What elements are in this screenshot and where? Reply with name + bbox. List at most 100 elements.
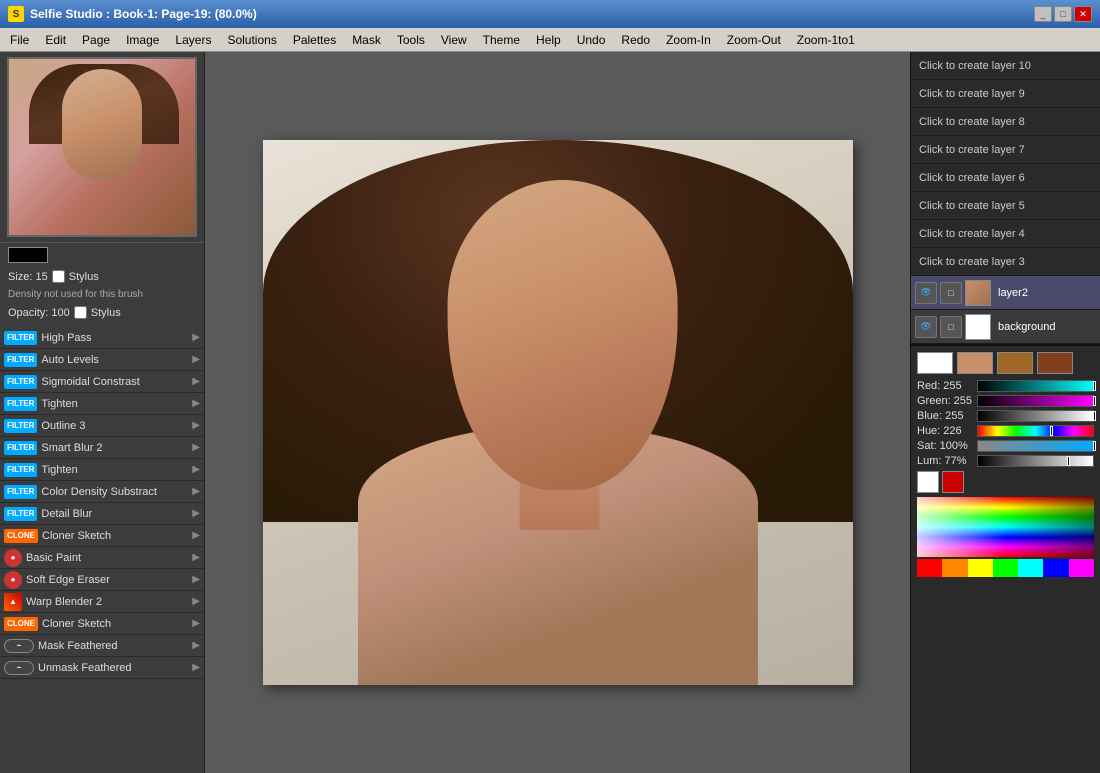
tool-item-6[interactable]: FILTERTighten▶ — [0, 459, 204, 481]
menu-item-theme[interactable]: Theme — [475, 28, 528, 51]
hue-bar[interactable] — [917, 559, 1094, 577]
color-bar-5[interactable] — [977, 455, 1094, 467]
tool-arrow-14: ▶ — [192, 640, 200, 651]
tool-item-13[interactable]: CLONECloner Sketch▶ — [0, 613, 204, 635]
size-stylus-label: Stylus — [69, 271, 99, 283]
hue-magenta[interactable] — [1069, 559, 1094, 577]
menu-item-zoom1to1[interactable]: Zoom-1to1 — [789, 28, 863, 51]
swatch-skin[interactable] — [957, 352, 993, 374]
menu-item-view[interactable]: View — [433, 28, 475, 51]
opacity-label: Opacity: 100 — [8, 307, 70, 319]
color-bar-3[interactable] — [977, 425, 1094, 437]
color-bar-label-3: Hue: 226 — [917, 425, 977, 437]
menu-item-zoomout[interactable]: Zoom-Out — [719, 28, 789, 51]
opacity-stylus-label: Stylus — [91, 307, 121, 319]
menu-item-palettes[interactable]: Palettes — [285, 28, 344, 51]
menu-item-zoomin[interactable]: Zoom-In — [658, 28, 719, 51]
close-button[interactable]: ✕ — [1074, 6, 1092, 22]
color-bar-2[interactable] — [977, 410, 1094, 422]
layer-clickable-4[interactable]: Click to create layer 4 — [911, 220, 1100, 248]
tool-item-11[interactable]: ●Soft Edge Eraser▶ — [0, 569, 204, 591]
layer2-page-icon[interactable]: □ — [940, 282, 962, 304]
color-swatch[interactable] — [8, 247, 48, 263]
layer-clickable-7[interactable]: Click to create layer 7 — [911, 136, 1100, 164]
title-text: Selfie Studio : Book-1: Page-19: (80.0%) — [30, 7, 257, 21]
tool-arrow-9: ▶ — [192, 530, 200, 541]
background-page-icon[interactable]: □ — [940, 316, 962, 338]
swatch-brown[interactable] — [1037, 352, 1073, 374]
tool-label-3: Tighten — [41, 398, 192, 410]
color-bar-0[interactable] — [977, 380, 1094, 392]
layer-clickable-8[interactable]: Click to create layer 8 — [911, 108, 1100, 136]
tool-item-0[interactable]: FILTERHigh Pass▶ — [0, 327, 204, 349]
menu-item-tools[interactable]: Tools — [389, 28, 433, 51]
color-bar-4[interactable] — [977, 440, 1094, 452]
hue-orange[interactable] — [942, 559, 967, 577]
layer-clickable-10[interactable]: Click to create layer 10 — [911, 52, 1100, 80]
color-indicator-5 — [1067, 456, 1070, 466]
menu-item-solutions[interactable]: Solutions — [219, 28, 284, 51]
background-eye-icon[interactable]: 👁 — [915, 316, 937, 338]
menu-item-redo[interactable]: Redo — [613, 28, 658, 51]
hue-yellow[interactable] — [968, 559, 993, 577]
menu-item-file[interactable]: File — [2, 28, 37, 51]
hue-green[interactable] — [993, 559, 1018, 577]
tool-label-10: Basic Paint — [26, 552, 192, 564]
layer-clickable-5[interactable]: Click to create layer 5 — [911, 192, 1100, 220]
menu-item-undo[interactable]: Undo — [569, 28, 614, 51]
tool-item-4[interactable]: FILTEROutline 3▶ — [0, 415, 204, 437]
tool-arrow-4: ▶ — [192, 420, 200, 431]
menu-item-image[interactable]: Image — [118, 28, 167, 51]
small-swatch-red[interactable] — [942, 471, 964, 493]
spectrum-overlay — [917, 497, 1094, 557]
color-bars: Red: 255 Green: 255 Blue: 255 Hue: 226 S… — [917, 380, 1094, 467]
hue-blue[interactable] — [1043, 559, 1068, 577]
hue-red[interactable] — [917, 559, 942, 577]
tool-item-9[interactable]: CLONECloner Sketch▶ — [0, 525, 204, 547]
tool-arrow-10: ▶ — [192, 552, 200, 563]
tool-item-3[interactable]: FILTERTighten▶ — [0, 393, 204, 415]
small-swatch-white[interactable] — [917, 471, 939, 493]
tool-badge-14: ~ — [4, 639, 34, 653]
size-stylus-checkbox[interactable] — [52, 270, 65, 283]
tool-arrow-6: ▶ — [192, 464, 200, 475]
tool-label-0: High Pass — [41, 332, 192, 344]
color-bar-row-0: Red: 255 — [917, 380, 1094, 392]
tool-item-15[interactable]: ~Unmask Feathered▶ — [0, 657, 204, 679]
color-bar-1[interactable] — [977, 395, 1094, 407]
tool-label-6: Tighten — [41, 464, 192, 476]
tool-item-14[interactable]: ~Mask Feathered▶ — [0, 635, 204, 657]
menu-item-layers[interactable]: Layers — [167, 28, 219, 51]
swatch-white[interactable] — [917, 352, 953, 374]
tool-item-2[interactable]: FILTERSigmoidal Constrast▶ — [0, 371, 204, 393]
tool-item-1[interactable]: FILTERAuto Levels▶ — [0, 349, 204, 371]
menu-item-page[interactable]: Page — [74, 28, 118, 51]
tool-badge-11: ● — [4, 571, 22, 589]
layer2-eye-icon[interactable]: 👁 — [915, 282, 937, 304]
menu-item-mask[interactable]: Mask — [344, 28, 389, 51]
menu-item-help[interactable]: Help — [528, 28, 569, 51]
tool-item-10[interactable]: ●Basic Paint▶ — [0, 547, 204, 569]
tool-label-12: Warp Blender 2 — [26, 596, 192, 608]
swatch-tan[interactable] — [997, 352, 1033, 374]
opacity-stylus-checkbox[interactable] — [74, 306, 87, 319]
menu-item-edit[interactable]: Edit — [37, 28, 74, 51]
color-bar-row-1: Green: 255 — [917, 395, 1094, 407]
tool-item-7[interactable]: FILTERColor Density Substract▶ — [0, 481, 204, 503]
layer-clickable-9[interactable]: Click to create layer 9 — [911, 80, 1100, 108]
tool-item-8[interactable]: FILTERDetail Blur▶ — [0, 503, 204, 525]
tool-label-8: Detail Blur — [41, 508, 192, 520]
layer-clickable-3[interactable]: Click to create layer 3 — [911, 248, 1100, 276]
layer-clickable-6[interactable]: Click to create layer 6 — [911, 164, 1100, 192]
color-spectrum[interactable] — [917, 497, 1094, 557]
minimize-button[interactable]: _ — [1034, 6, 1052, 22]
tool-item-12[interactable]: ▲Warp Blender 2▶ — [0, 591, 204, 613]
tool-item-5[interactable]: FILTERSmart Blur 2▶ — [0, 437, 204, 459]
portrait — [263, 140, 853, 685]
color-bar-row-5: Lum: 77% — [917, 455, 1094, 467]
tools-list: FILTERHigh Pass▶FILTERAuto Levels▶FILTER… — [0, 327, 204, 773]
maximize-button[interactable]: □ — [1054, 6, 1072, 22]
hue-cyan[interactable] — [1018, 559, 1043, 577]
background-layer-row: 👁 □ background — [911, 310, 1100, 344]
tool-arrow-12: ▶ — [192, 596, 200, 607]
